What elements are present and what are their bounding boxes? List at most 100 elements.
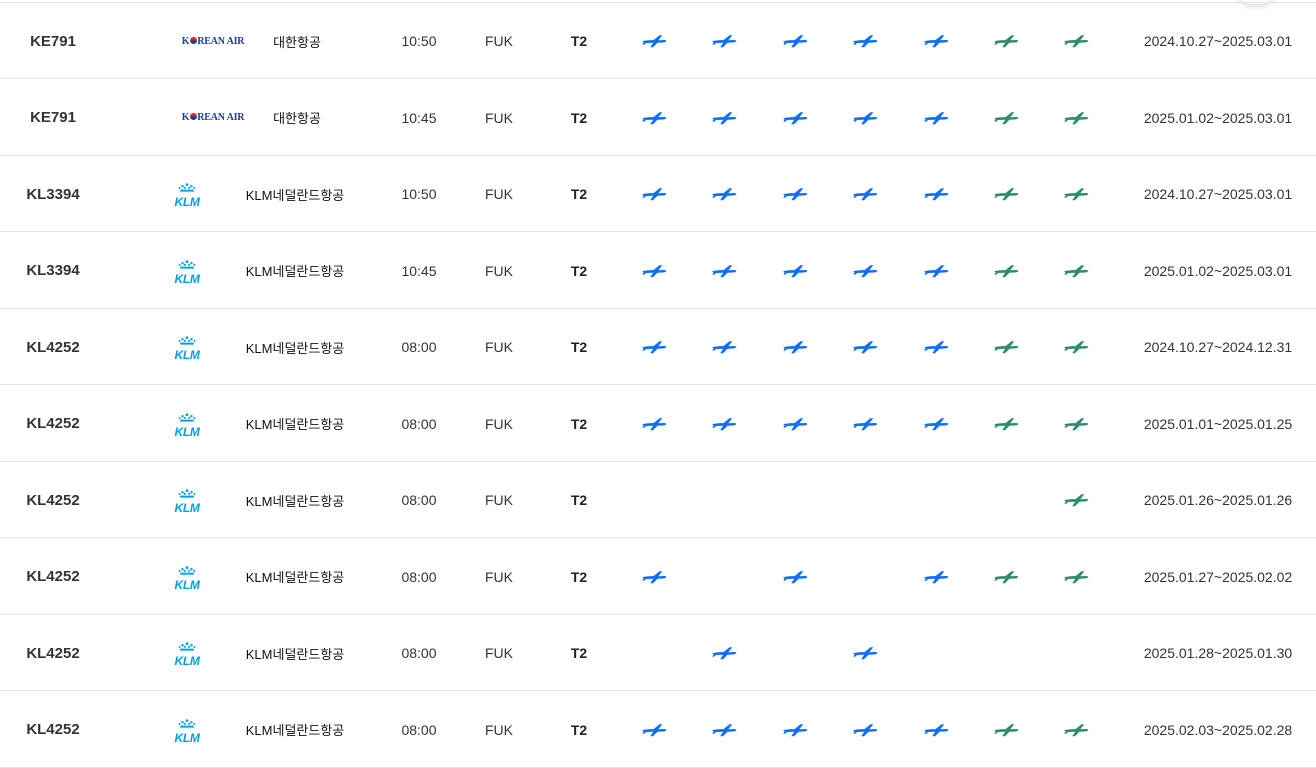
operation-period: 2024.10.27~2025.03.01 xyxy=(1143,186,1293,202)
day-1-cell xyxy=(636,309,672,385)
destination-code: FUK xyxy=(485,339,513,355)
day-4-cell xyxy=(847,615,883,691)
departure-time: 08:00 xyxy=(401,415,437,432)
airplane-green-icon xyxy=(993,34,1019,48)
day-7-cell xyxy=(1058,156,1094,232)
airplane-blue-icon xyxy=(852,34,878,48)
airplane-blue-icon xyxy=(782,723,808,737)
terminal: T2 xyxy=(570,262,588,279)
day-6-cell xyxy=(988,539,1024,615)
airplane-blue-icon xyxy=(923,340,949,354)
day-4-cell xyxy=(847,80,883,156)
airplane-blue-icon xyxy=(852,723,878,737)
flight-number: KL4252 xyxy=(26,338,80,356)
flight-number: KL4252 xyxy=(26,491,80,509)
destination-code: FUK xyxy=(485,492,513,508)
airplane-green-icon xyxy=(993,570,1019,584)
table-row: KL4252 KLM KLM네덜란드항공 08:00 FUK T2 2024.10.27~2… xyxy=(0,309,1316,385)
day-7-cell xyxy=(1058,692,1094,768)
day-3-cell xyxy=(777,692,813,768)
departure-time: 08:00 xyxy=(401,339,437,355)
airline-logo-cell: K REAN AIR xyxy=(176,80,250,156)
terminal: T2 xyxy=(570,721,588,738)
airplane-green-icon xyxy=(1063,493,1089,507)
flight-number: KE791 xyxy=(30,109,76,126)
klm-logo: KLM xyxy=(174,333,200,361)
klm-logo: KLM xyxy=(174,716,200,744)
destination-code: FUK xyxy=(485,109,513,126)
flight-number: KE791 xyxy=(30,32,76,50)
klm-logo: KLM xyxy=(174,180,200,208)
airline-logo-cell: KLM xyxy=(158,615,216,691)
day-6-cell xyxy=(988,80,1024,156)
airplane-blue-icon xyxy=(641,111,667,125)
day-2-cell xyxy=(706,80,742,156)
klm-logo: KLM xyxy=(174,639,200,667)
day-5-cell xyxy=(918,80,954,156)
day-6-cell xyxy=(988,615,1024,691)
day-1-cell xyxy=(636,233,672,309)
airplane-blue-icon xyxy=(711,417,737,431)
day-5-cell xyxy=(918,386,954,462)
airplane-blue-icon xyxy=(711,264,737,278)
airplane-blue-icon xyxy=(852,417,878,431)
airplane-green-icon xyxy=(1063,187,1089,201)
day-4-cell xyxy=(847,462,883,538)
day-5-cell xyxy=(918,156,954,232)
klm-crown-icon xyxy=(178,180,196,196)
airplane-blue-icon xyxy=(711,111,737,125)
airplane-blue-icon xyxy=(711,34,737,48)
table-row: KL4252 KLM KLM네덜란드항공 08:00 FUK T2 2025.01.01~2… xyxy=(0,386,1316,462)
day-5-cell xyxy=(918,309,954,385)
day-2-cell xyxy=(706,3,742,79)
klm-crown-icon xyxy=(178,257,196,273)
airplane-green-icon xyxy=(1063,264,1089,278)
airplane-blue-icon xyxy=(852,187,878,201)
day-6-cell xyxy=(988,462,1024,538)
terminal: T2 xyxy=(570,415,588,432)
klm-logo: KLM xyxy=(174,410,200,438)
destination-code: FUK xyxy=(485,645,513,661)
airplane-green-icon xyxy=(1063,570,1089,584)
airplane-blue-icon xyxy=(923,34,949,48)
airline-name: KLM네덜란드항공 xyxy=(245,570,345,585)
day-4-cell xyxy=(847,692,883,768)
day-4-cell xyxy=(847,539,883,615)
day-3-cell xyxy=(777,80,813,156)
airline-logo-cell: KLM xyxy=(158,386,216,462)
airplane-blue-icon xyxy=(641,417,667,431)
airplane-blue-icon xyxy=(782,111,808,125)
airplane-blue-icon xyxy=(923,723,949,737)
klm-logo: KLM xyxy=(174,563,200,591)
terminal: T2 xyxy=(570,109,588,126)
day-4-cell xyxy=(847,156,883,232)
day-7-cell xyxy=(1058,233,1094,309)
day-2-cell xyxy=(706,462,742,538)
day-6-cell xyxy=(988,309,1024,385)
day-1-cell xyxy=(636,539,672,615)
airplane-blue-icon xyxy=(711,340,737,354)
departure-time: 10:45 xyxy=(401,262,437,279)
airplane-blue-icon xyxy=(852,340,878,354)
airplane-blue-icon xyxy=(782,417,808,431)
table-row: KL3394 KLM KLM네덜란드항공 10:45 FUK T2 2025.01.02~2… xyxy=(0,233,1316,309)
terminal: T2 xyxy=(570,645,588,661)
airline-logo-cell: K REAN AIR xyxy=(176,3,250,79)
terminal: T2 xyxy=(570,339,588,355)
day-3-cell xyxy=(777,233,813,309)
day-3-cell xyxy=(777,386,813,462)
airplane-blue-icon xyxy=(923,187,949,201)
table-row: KL3394 KLM KLM네덜란드항공 10:50 FUK T2 2024.10.27~2… xyxy=(0,156,1316,232)
day-4-cell xyxy=(847,233,883,309)
terminal: T2 xyxy=(570,186,588,202)
airplane-blue-icon xyxy=(711,646,737,660)
operation-period: 2025.01.27~2025.02.02 xyxy=(1143,568,1293,585)
day-3-cell xyxy=(777,539,813,615)
day-2-cell xyxy=(706,692,742,768)
day-3-cell xyxy=(777,156,813,232)
airplane-blue-icon xyxy=(923,570,949,584)
airline-name: KLM네덜란드항공 xyxy=(245,187,345,203)
departure-time: 08:00 xyxy=(401,492,437,508)
departure-time: 08:00 xyxy=(401,721,437,738)
terminal: T2 xyxy=(570,492,588,508)
